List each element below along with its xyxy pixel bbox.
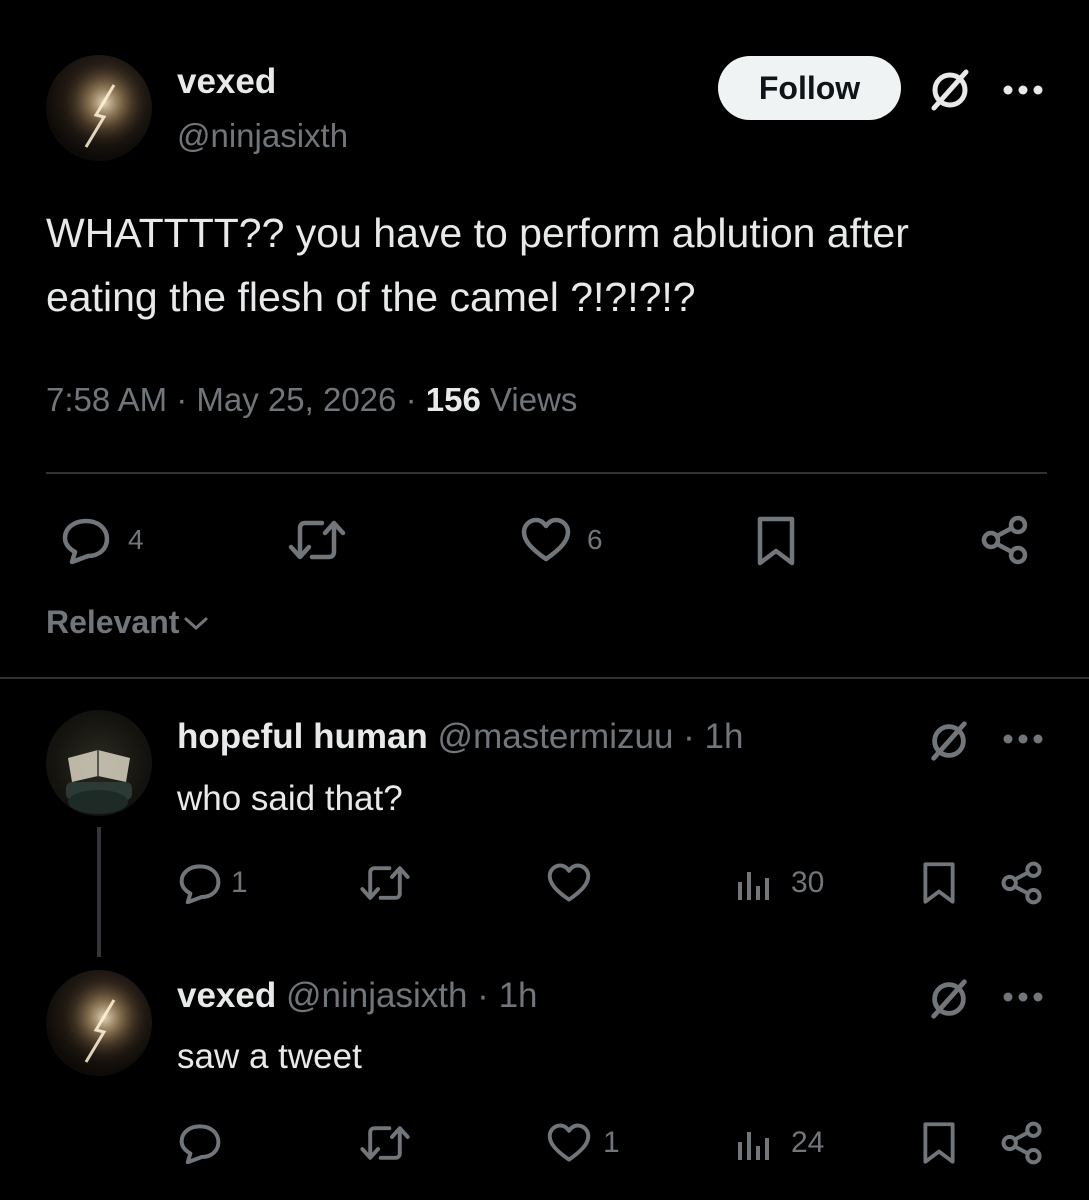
views-label: Views — [489, 381, 578, 418]
retweet-icon[interactable] — [286, 516, 348, 564]
section-divider — [0, 677, 1089, 679]
tweet-time[interactable]: 7:58 AM — [46, 381, 167, 418]
views-icon[interactable] — [736, 1126, 772, 1162]
reply-icon[interactable] — [60, 516, 112, 564]
reply-age[interactable]: 1h — [499, 976, 538, 1015]
share-icon[interactable] — [1000, 1120, 1044, 1166]
tweet-text: WHATTTT?? you have to perform ablution a… — [46, 201, 1056, 329]
reply-text: saw a tweet — [177, 1037, 362, 1076]
tweet-text-line-2: eating the flesh of the camel ?!?!?!? — [46, 274, 696, 320]
author-avatar[interactable] — [46, 55, 152, 161]
share-icon[interactable] — [980, 514, 1030, 566]
follow-button[interactable]: Follow — [718, 56, 901, 120]
views-count: 30 — [791, 866, 825, 899]
reply-icon[interactable] — [177, 862, 223, 904]
like-count: 1 — [603, 1126, 620, 1159]
reply-author-handle[interactable]: @mastermizuu — [438, 717, 674, 756]
reply-author-name[interactable]: hopeful human — [177, 717, 428, 756]
sort-dropdown[interactable]: Relevant — [46, 604, 209, 641]
tweet-text-line-1: WHATTTT?? you have to perform ablution a… — [46, 210, 909, 256]
like-icon[interactable] — [520, 516, 572, 564]
views-count: 156 — [425, 381, 481, 418]
thread-line — [97, 827, 101, 957]
more-icon[interactable] — [1002, 733, 1044, 745]
separator: · — [176, 381, 188, 418]
like-icon[interactable] — [546, 862, 592, 904]
author-name[interactable]: vexed — [177, 62, 276, 102]
share-icon[interactable] — [1000, 860, 1044, 906]
separator: · — [683, 717, 695, 756]
bookmark-icon[interactable] — [920, 1120, 958, 1166]
retweet-icon[interactable] — [358, 862, 412, 904]
reply-count: 1 — [231, 866, 248, 899]
reply-author-handle[interactable]: @ninjasixth — [286, 976, 467, 1015]
author-handle[interactable]: @ninjasixth — [177, 117, 348, 155]
chevron-down-icon — [183, 613, 209, 633]
separator: · — [477, 976, 489, 1015]
grok-icon[interactable] — [926, 718, 972, 764]
sort-label: Relevant — [46, 604, 180, 640]
tweet-meta: 7:58 AM · May 25, 2026 · 156 Views — [46, 381, 577, 419]
grok-icon[interactable] — [926, 976, 972, 1022]
reply-author-name[interactable]: vexed — [177, 976, 276, 1015]
like-icon[interactable] — [546, 1122, 592, 1164]
reply-text: who said that? — [177, 779, 403, 818]
separator: · — [405, 381, 417, 418]
reply-avatar[interactable] — [46, 970, 152, 1076]
more-icon[interactable] — [1002, 991, 1044, 1003]
reply-header: vexed @ninjasixth · 1h — [177, 976, 538, 1016]
reply-header: hopeful human @mastermizuu · 1h — [177, 717, 743, 757]
views-count: 24 — [791, 1126, 825, 1159]
views-icon[interactable] — [736, 866, 772, 902]
retweet-icon[interactable] — [358, 1122, 412, 1164]
tweet-date[interactable]: May 25, 2026 — [196, 381, 396, 418]
reply-avatar[interactable] — [46, 710, 152, 816]
more-icon[interactable] — [1002, 84, 1044, 96]
divider — [46, 472, 1047, 474]
bookmark-icon[interactable] — [754, 514, 798, 568]
reply-age[interactable]: 1h — [705, 717, 744, 756]
bookmark-icon[interactable] — [920, 860, 958, 906]
grok-icon[interactable] — [926, 66, 974, 114]
like-count: 6 — [587, 524, 603, 555]
reply-icon[interactable] — [177, 1122, 223, 1164]
reply-count: 4 — [128, 524, 144, 555]
